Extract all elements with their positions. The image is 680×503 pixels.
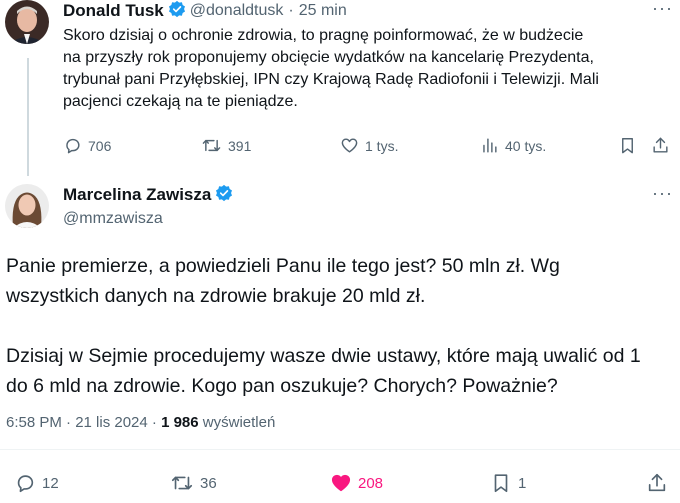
separator: · (288, 2, 294, 19)
like-button[interactable]: 208 (330, 472, 383, 494)
share-button[interactable] (651, 136, 670, 155)
repost-button[interactable]: 391 (201, 136, 251, 155)
heart-icon (341, 138, 358, 153)
divider (0, 449, 680, 450)
bookmark-icon (622, 138, 633, 154)
bookmark-button[interactable]: 1 (490, 472, 526, 494)
repost-count: 36 (200, 474, 217, 492)
tweet-meta: 6:58 PM · 21 lis 2024 · 1 986 wyświetleń (6, 414, 275, 431)
like-count: 208 (358, 474, 384, 492)
reply-button[interactable]: 12 (14, 472, 59, 494)
views-label: wyświetleń (198, 414, 276, 431)
reply-icon (17, 475, 34, 493)
avatar-marcelina-zawisza[interactable] (5, 184, 49, 228)
views-count: 40 tys. (505, 137, 547, 154)
tweet-time[interactable]: 25 min (299, 2, 347, 20)
author-name[interactable]: Marcelina Zawisza (63, 185, 211, 205)
thread-line (27, 58, 29, 176)
more-options-button[interactable]: ··· (652, 183, 673, 204)
share-icon (648, 473, 666, 492)
share-icon (653, 137, 668, 153)
reply-count: 12 (42, 474, 59, 492)
verified-badge-icon (168, 0, 186, 23)
tweet-text: Panie premierze, a powiedzieli Panu ile … (6, 255, 641, 397)
analytics-icon (483, 138, 497, 153)
like-button[interactable]: 1 tys. (340, 136, 398, 155)
repost-icon (202, 139, 221, 152)
tweet-text: Skoro dzisiaj o ochronie zdrowia, to pra… (63, 27, 599, 110)
tweet-timestamp[interactable]: 6:58 PM · 21 lis 2024 · (6, 414, 161, 431)
reply-icon (66, 138, 80, 154)
repost-button[interactable]: 36 (170, 472, 217, 494)
avatar-donald-tusk[interactable] (5, 0, 49, 44)
reply-count: 706 (88, 137, 112, 154)
like-count: 1 tys. (365, 137, 399, 154)
author-name[interactable]: Donald Tusk (63, 1, 164, 21)
heart-filled-icon (331, 474, 351, 492)
verified-badge-icon (215, 184, 233, 207)
views-count: 1 986 (161, 414, 199, 431)
author-handle[interactable]: @donaldtusk (190, 2, 284, 20)
more-options-button[interactable]: ··· (652, 0, 673, 19)
repost-count: 391 (228, 137, 252, 154)
bookmark-icon (494, 474, 508, 493)
bookmark-count: 1 (518, 474, 527, 492)
author-handle[interactable]: @mmzawisza (63, 210, 163, 228)
share-button[interactable] (646, 472, 668, 494)
repost-icon (171, 476, 193, 490)
bookmark-button[interactable] (618, 136, 637, 155)
views-button[interactable]: 40 tys. (480, 136, 546, 155)
reply-button[interactable]: 706 (63, 136, 111, 155)
